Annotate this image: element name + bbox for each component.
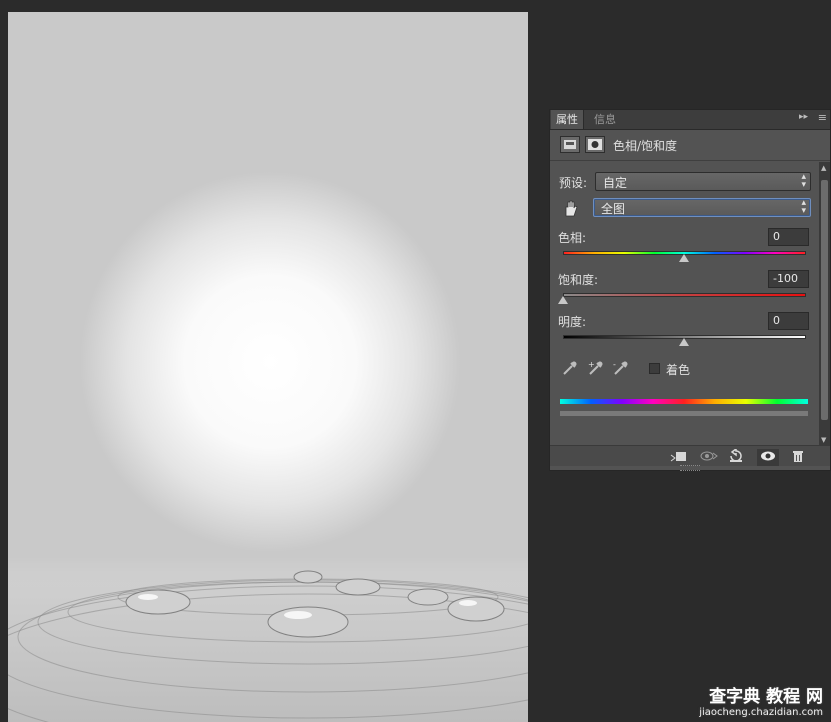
watermark-title: 查字典 教程 网 — [709, 687, 823, 707]
lightness-label: 明度: — [558, 315, 587, 329]
watermark-url: jiaocheng.chazidian.com — [699, 707, 823, 718]
document-canvas[interactable] — [8, 12, 528, 722]
adjustment-header: 色相/饱和度 — [550, 130, 830, 161]
svg-text:+: + — [588, 360, 595, 369]
hue-input[interactable]: 0 — [768, 228, 809, 246]
properties-panel: 属性 信息 ▸▸ ≡ 色相/饱和度 预设: 自定 ▴ ▾ 全图 ▴ ▾ 色相: 0 … — [549, 109, 831, 471]
dropdown-arrows-icon: ▴ ▾ — [801, 198, 806, 216]
visibility-eye-icon[interactable] — [757, 449, 779, 466]
panel-menu-icon[interactable]: ≡ — [818, 111, 827, 124]
lightness-slider-thumb[interactable] — [679, 338, 689, 346]
colorize-checkbox[interactable] — [649, 363, 660, 374]
panel-resize-grip[interactable] — [680, 465, 700, 471]
site-watermark: 查字典 教程 网 jiaocheng.chazidian.com — [699, 682, 823, 718]
hue-slider-thumb[interactable] — [679, 254, 689, 262]
saturation-slider-track[interactable] — [563, 293, 806, 297]
saturation-slider-thumb[interactable] — [558, 296, 568, 304]
panel-scrollbar[interactable]: ▲ ▼ — [819, 162, 830, 446]
collapse-panel-icon[interactable]: ▸▸ — [799, 112, 808, 122]
hue-label: 色相: — [558, 231, 587, 245]
eyedropper-minus-icon[interactable]: - — [612, 359, 630, 377]
adjustment-title: 色相/饱和度 — [613, 139, 678, 153]
channel-value: 全图 — [601, 202, 626, 216]
panel-tab-bar: 属性 信息 ▸▸ ≡ — [550, 110, 830, 130]
eyedropper-icon[interactable] — [561, 359, 579, 377]
colorize-label: 着色 — [666, 363, 691, 377]
panel-footer — [550, 445, 830, 466]
layer-mask-icon[interactable] — [585, 136, 605, 153]
tab-info[interactable]: 信息 — [589, 110, 621, 129]
scrollbar-thumb[interactable] — [821, 180, 828, 420]
scroll-down-icon[interactable]: ▼ — [821, 436, 826, 444]
saturation-input[interactable]: -100 — [768, 270, 809, 288]
reset-icon[interactable] — [728, 447, 744, 466]
preset-value: 自定 — [603, 176, 628, 190]
water-ripple-image — [8, 557, 528, 722]
eyedropper-plus-icon[interactable]: + — [587, 359, 605, 377]
preset-dropdown[interactable]: 自定 ▴ ▾ — [595, 172, 811, 191]
preset-label: 预设: — [559, 176, 588, 190]
svg-text:-: - — [613, 360, 616, 369]
clip-to-layer-icon[interactable] — [670, 449, 688, 466]
hand-adjust-icon[interactable] — [560, 198, 580, 218]
scroll-up-icon[interactable]: ▲ — [821, 164, 826, 172]
trash-icon[interactable] — [791, 449, 805, 466]
adjustment-layer-icon[interactable] — [560, 136, 580, 153]
tab-properties[interactable]: 属性 — [551, 110, 584, 129]
view-previous-icon[interactable] — [699, 449, 719, 466]
color-range-bar-top — [560, 399, 808, 404]
dropdown-arrows-icon: ▴ ▾ — [801, 172, 806, 190]
saturation-label: 饱和度: — [558, 273, 599, 287]
channel-dropdown[interactable]: 全图 ▴ ▾ — [593, 198, 811, 217]
lightness-input[interactable]: 0 — [768, 312, 809, 330]
color-range-bar-bottom — [560, 411, 808, 416]
